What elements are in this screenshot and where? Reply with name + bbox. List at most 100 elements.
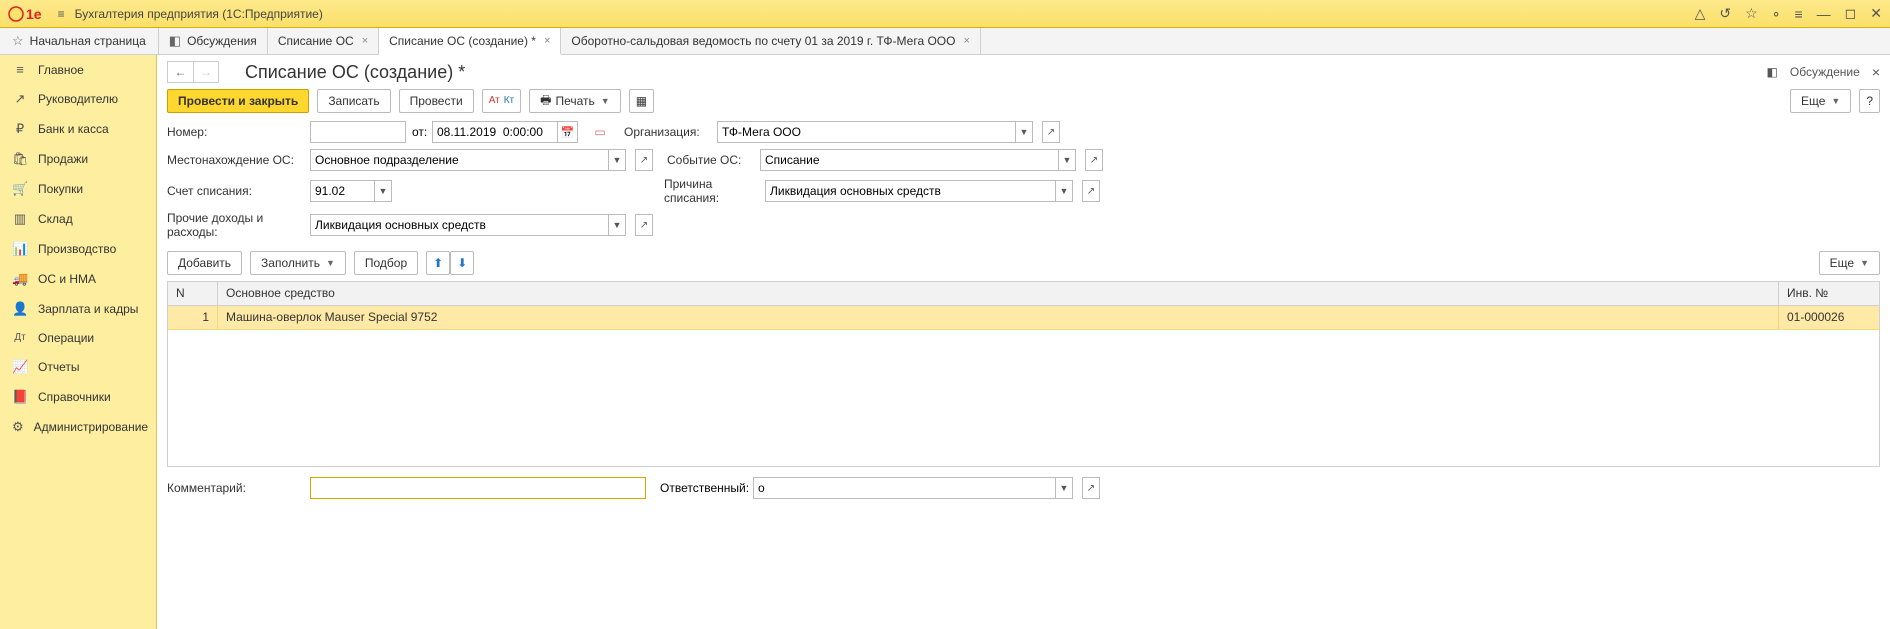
close-icon[interactable]: × xyxy=(362,35,368,47)
tab-writeoff-create[interactable]: Списание ОС (создание) * × xyxy=(379,28,561,55)
chevron-down-icon[interactable]: ▼ xyxy=(608,149,626,171)
sidebar-item-label: Отчеты xyxy=(38,360,79,374)
discussion-link[interactable]: Обсуждение xyxy=(1790,65,1860,79)
print-button[interactable]: 🖶Печать▼ xyxy=(529,89,621,113)
org-label: Организация: xyxy=(616,125,711,139)
open-reason-button[interactable]: ↗ xyxy=(1082,180,1100,202)
add-row-button[interactable]: Добавить xyxy=(167,251,242,275)
open-responsible-button[interactable]: ↗ xyxy=(1082,477,1100,499)
chevron-down-icon[interactable]: ▼ xyxy=(1058,149,1076,171)
fill-button[interactable]: Заполнить▼ xyxy=(250,251,346,275)
sidebar-item-sales[interactable]: 🛍Продажи xyxy=(0,144,156,174)
fill-label: Заполнить xyxy=(261,256,320,270)
sidebar-item-stock[interactable]: ▥Склад xyxy=(0,204,156,234)
sidebar-item-production[interactable]: 📊Производство xyxy=(0,234,156,264)
tab-turnover-report[interactable]: Оборотно-сальдовая ведомость по счету 01… xyxy=(561,28,981,54)
tab-label: Обсуждения xyxy=(187,34,257,48)
event-label: Событие ОС: xyxy=(659,153,754,167)
open-event-button[interactable]: ↗ xyxy=(1085,149,1103,171)
post-and-close-button[interactable]: Провести и закрыть xyxy=(167,89,309,113)
dtkt-button[interactable]: АтКт xyxy=(482,89,521,113)
truck-icon: 🚚 xyxy=(12,271,28,287)
table-row[interactable]: 1 Машина-оверлок Mauser Special 9752 01-… xyxy=(168,306,1879,330)
tab-discussions[interactable]: ◧ Обсуждения xyxy=(159,28,268,54)
comment-input[interactable] xyxy=(310,477,646,499)
chevron-down-icon[interactable]: ▼ xyxy=(608,214,626,236)
chevron-down-icon[interactable]: ▼ xyxy=(1055,477,1073,499)
reason-label: Причина списания: xyxy=(656,177,759,205)
col-n: N xyxy=(168,282,218,305)
cell-inventory-no: 01-000026 xyxy=(1779,306,1879,329)
chevron-down-icon[interactable]: ▼ xyxy=(1055,180,1073,202)
sidebar-item-label: Склад xyxy=(38,212,73,226)
tab-home[interactable]: ☆ Начальная страница xyxy=(0,28,159,54)
nav-back-button[interactable]: ← xyxy=(167,61,193,83)
help-button[interactable]: ? xyxy=(1859,89,1880,113)
nav-forward-button[interactable]: → xyxy=(193,61,219,83)
move-down-button[interactable]: ⬇ xyxy=(450,251,474,275)
tab-label: Списание ОС xyxy=(278,34,354,48)
location-input[interactable] xyxy=(310,149,608,171)
open-location-button[interactable]: ↗ xyxy=(635,149,653,171)
sidebar-item-operations[interactable]: ДтОперации xyxy=(0,324,156,352)
close-window-icon[interactable]: ✕ xyxy=(1870,5,1882,22)
maximize-icon[interactable]: ◻ xyxy=(1845,5,1857,22)
close-document-icon[interactable]: × xyxy=(1872,64,1880,80)
col-inventory-no: Инв. № xyxy=(1779,282,1879,305)
other-income-input[interactable] xyxy=(310,214,608,236)
gear-icon: ⚙ xyxy=(12,419,24,435)
small-dot-icon[interactable]: ∘ xyxy=(1772,5,1781,22)
other-income-label: Прочие доходы и расходы: xyxy=(167,211,304,239)
sidebar-item-label: Зарплата и кадры xyxy=(38,302,138,316)
more-button[interactable]: Еще▼ xyxy=(1790,89,1851,113)
location-label: Местонахождение ОС: xyxy=(167,153,304,167)
sidebar-item-purchases[interactable]: 🛒Покупки xyxy=(0,174,156,204)
org-input[interactable] xyxy=(717,121,1015,143)
sidebar-item-catalogs[interactable]: 📕Справочники xyxy=(0,382,156,412)
pick-button[interactable]: Подбор xyxy=(354,251,418,275)
close-icon[interactable]: × xyxy=(544,35,550,47)
notifications-icon[interactable]: △ xyxy=(1695,5,1706,22)
panel-menu-icon[interactable]: ≡ xyxy=(1794,6,1802,22)
sidebar-item-label: Операции xyxy=(38,331,94,345)
sidebar-item-bank[interactable]: ₽Банк и касса xyxy=(0,114,156,144)
tab-label: Начальная страница xyxy=(30,34,146,48)
favorites-icon[interactable]: ☆ xyxy=(1745,5,1758,22)
close-icon[interactable]: × xyxy=(963,35,969,47)
sidebar-item-label: Руководителю xyxy=(38,92,118,106)
chevron-down-icon[interactable]: ▼ xyxy=(374,180,392,202)
sidebar-item-manager[interactable]: ↗Руководителю xyxy=(0,84,156,114)
comment-label: Комментарий: xyxy=(167,481,304,495)
bag-icon: 🛍 xyxy=(12,151,28,167)
history-icon[interactable]: ↺ xyxy=(1719,5,1731,22)
ruble-icon: ₽ xyxy=(12,121,28,137)
open-org-button[interactable]: ↗ xyxy=(1042,121,1060,143)
account-label: Счет списания: xyxy=(167,184,304,198)
open-other-button[interactable]: ↗ xyxy=(635,214,653,236)
star-icon: ☆ xyxy=(12,33,24,49)
attach-button[interactable]: ▦ xyxy=(629,89,654,113)
event-input[interactable] xyxy=(760,149,1058,171)
tab-writeoff-list[interactable]: Списание ОС × xyxy=(268,28,379,54)
sidebar-item-admin[interactable]: ⚙Администрирование xyxy=(0,412,156,442)
sidebar-item-reports[interactable]: 📈Отчеты xyxy=(0,352,156,382)
number-input[interactable] xyxy=(310,121,406,143)
minimize-icon[interactable]: — xyxy=(1817,6,1831,22)
chevron-down-icon[interactable]: ▼ xyxy=(1015,121,1033,143)
calendar-icon[interactable]: 📅 xyxy=(558,121,578,143)
record-button[interactable]: Записать xyxy=(317,89,390,113)
responsible-input[interactable] xyxy=(753,477,1055,499)
sidebar-item-main[interactable]: ≡Главное xyxy=(0,55,156,84)
account-input[interactable] xyxy=(310,180,374,202)
col-asset-name: Основное средство xyxy=(218,282,1779,305)
reason-input[interactable] xyxy=(765,180,1055,202)
table-more-button[interactable]: Еще▼ xyxy=(1819,251,1880,275)
cell-n: 1 xyxy=(168,306,218,329)
sidebar-item-payroll[interactable]: 👤Зарплата и кадры xyxy=(0,294,156,324)
tabbar: ☆ Начальная страница ◧ Обсуждения Списан… xyxy=(0,28,1890,55)
sidebar-item-assets[interactable]: 🚚ОС и НМА xyxy=(0,264,156,294)
date-input[interactable] xyxy=(432,121,558,143)
main-menu-icon[interactable]: ≡ xyxy=(58,7,65,21)
post-button[interactable]: Провести xyxy=(399,89,474,113)
move-up-button[interactable]: ⬆ xyxy=(426,251,450,275)
